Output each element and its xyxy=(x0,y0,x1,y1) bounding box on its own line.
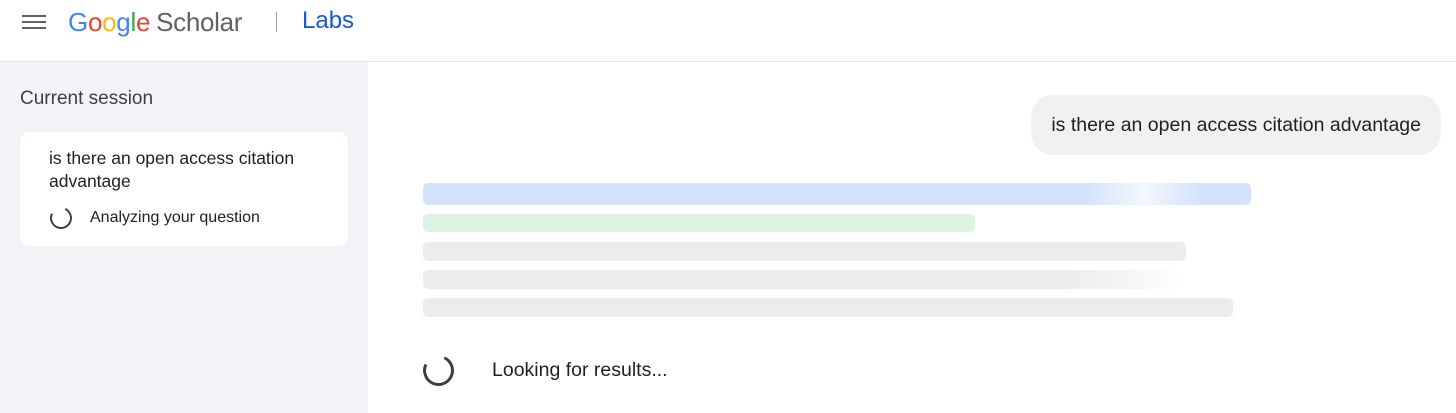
main-content: is there an open access citation advanta… xyxy=(368,62,1456,413)
hamburger-menu-icon[interactable] xyxy=(14,4,54,40)
google-scholar-logo[interactable]: Google Scholar xyxy=(68,2,242,42)
sidebar-title: Current session xyxy=(20,88,154,109)
menu-line xyxy=(22,21,46,23)
spinner-icon xyxy=(418,350,459,391)
spinner-icon xyxy=(46,203,76,233)
session-card[interactable]: is there an open access citation advanta… xyxy=(20,132,348,246)
session-status: Analyzing your question xyxy=(46,203,260,233)
logo-letter: o xyxy=(87,6,103,37)
skeleton-line xyxy=(423,242,1186,261)
menu-line xyxy=(22,27,46,29)
logo-letter: g xyxy=(116,6,131,37)
session-query: is there an open access citation advanta… xyxy=(49,148,295,191)
skeleton-line xyxy=(423,183,1251,205)
menu-line xyxy=(22,15,46,17)
user-message-text: is there an open access citation advanta… xyxy=(1051,113,1421,136)
logo-letter: o xyxy=(102,6,117,37)
skeleton-line xyxy=(423,298,1233,317)
loading-indicator: Looking for results... xyxy=(418,350,668,391)
logo-letter: e xyxy=(135,6,151,37)
skeleton-line xyxy=(423,270,1183,289)
logo-product-name: Scholar xyxy=(156,6,243,37)
skeleton-line xyxy=(423,214,975,232)
top-header: Google Scholar Labs xyxy=(0,0,1456,62)
session-sidebar: Current session is there an open access … xyxy=(0,62,368,413)
loading-text: Looking for results... xyxy=(492,359,668,381)
user-message-bubble: is there an open access citation advanta… xyxy=(1031,95,1441,155)
logo-letter: G xyxy=(68,6,88,37)
status-text: Analyzing your question xyxy=(90,209,260,226)
labs-link[interactable]: Labs xyxy=(302,4,354,38)
header-divider xyxy=(276,12,277,32)
